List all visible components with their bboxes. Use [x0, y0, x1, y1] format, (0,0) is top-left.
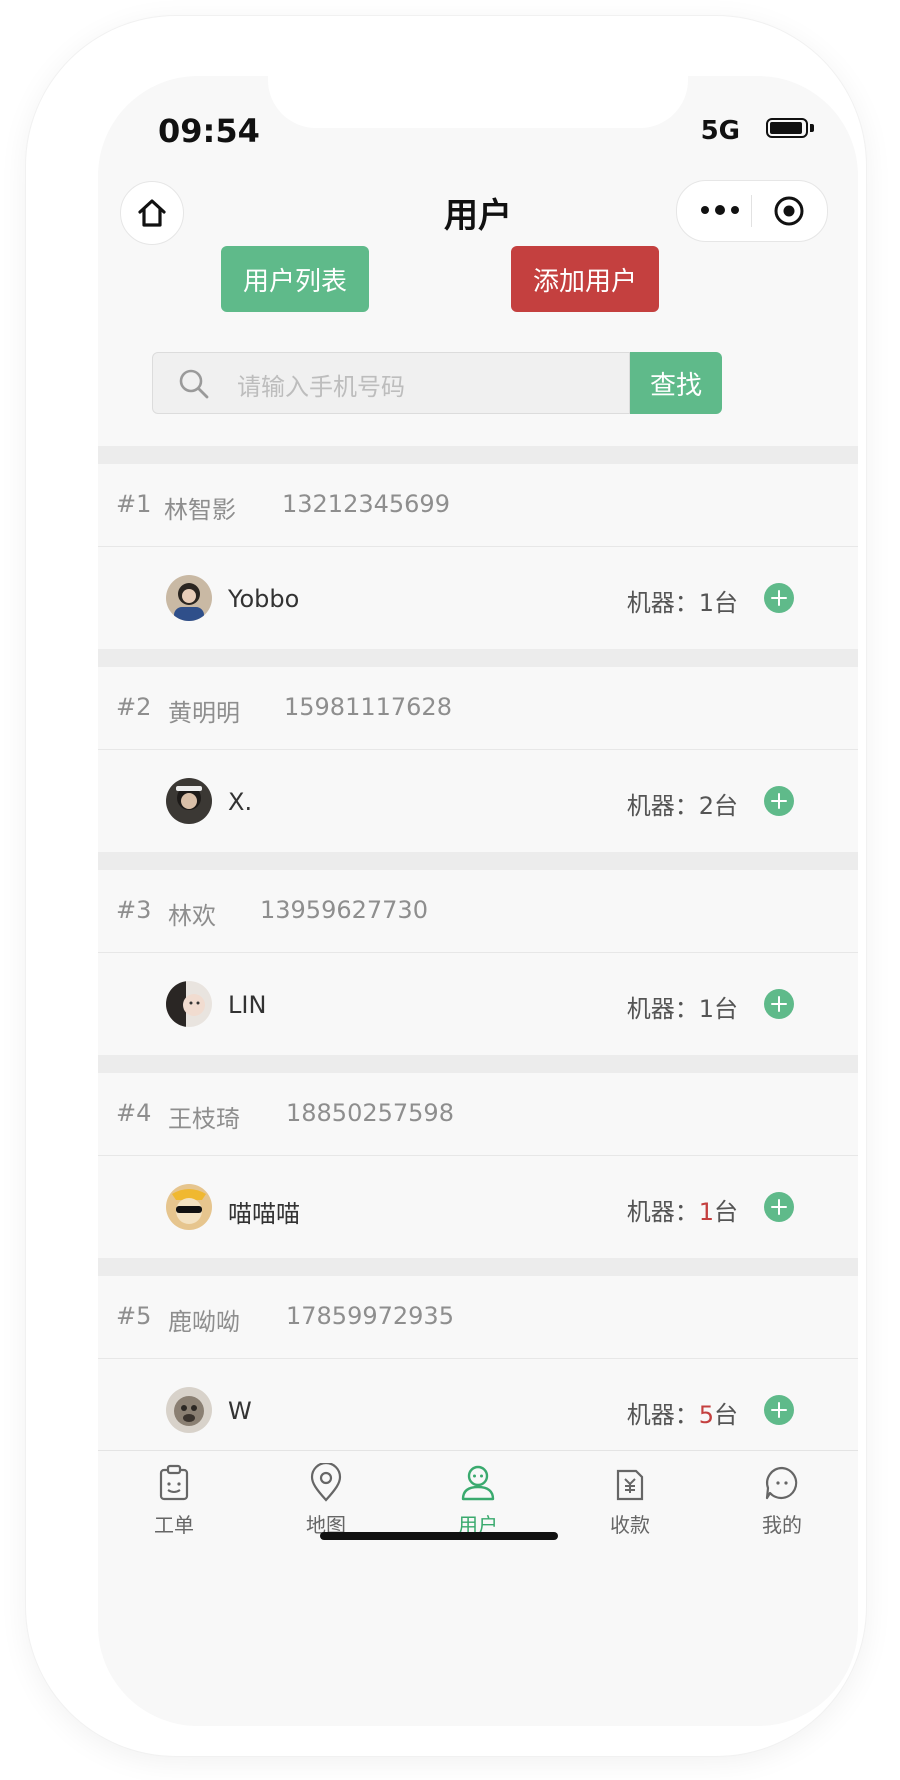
status-time: 09:54 — [158, 112, 260, 150]
avatar — [166, 778, 212, 824]
user-phone: 13959627730 — [260, 896, 428, 924]
machine-count: 机器：1台 — [626, 589, 738, 617]
user-icon — [461, 1465, 495, 1501]
add-machine-button[interactable] — [764, 1395, 794, 1425]
user-nickname: W — [228, 1397, 252, 1425]
machine-count: 机器：5台 — [626, 1401, 738, 1429]
user-name: 王枝琦 — [168, 1105, 240, 1133]
search-icon — [179, 369, 209, 399]
user-phone: 13212345699 — [282, 490, 450, 518]
tab-payment[interactable]: 收款 — [554, 1451, 706, 1547]
avatar — [166, 575, 212, 621]
home-indicator — [320, 1532, 558, 1540]
close-miniprogram-icon[interactable] — [773, 195, 805, 227]
avatar — [166, 981, 212, 1027]
machine-count-value: 2 — [698, 792, 714, 820]
user-card[interactable]: #1 林智影 13212345699 Yobbo 机器：1台 — [98, 464, 858, 649]
tab-work-orders[interactable]: 工单 — [98, 1451, 250, 1547]
map-pin-icon — [310, 1463, 342, 1502]
status-network: 5G — [700, 116, 740, 146]
user-list: #1 林智影 13212345699 Yobbo 机器：1台 #2 黄明明 15… — [98, 446, 858, 1461]
user-index: #2 — [116, 693, 152, 721]
user-index: #3 — [116, 896, 152, 924]
payment-icon — [616, 1469, 644, 1501]
avatar — [166, 1184, 212, 1230]
user-index: #5 — [116, 1302, 152, 1330]
machine-count-value: 1 — [698, 995, 714, 1023]
user-index: #1 — [116, 490, 152, 518]
machine-count-value: 1 — [698, 1198, 714, 1226]
add-machine-button[interactable] — [764, 786, 794, 816]
user-name: 林欢 — [168, 902, 216, 930]
user-nickname: LIN — [228, 991, 267, 1019]
add-machine-button[interactable] — [764, 1192, 794, 1222]
tab-mine[interactable]: 我的 — [706, 1451, 858, 1547]
user-name: 林智影 — [164, 496, 236, 524]
user-phone: 18850257598 — [286, 1099, 454, 1127]
user-card[interactable]: #4 王枝琦 18850257598 喵喵喵 机器：1台 — [98, 1073, 858, 1258]
machine-count: 机器：1台 — [626, 995, 738, 1023]
user-card[interactable]: #3 林欢 13959627730 LIN 机器：1台 — [98, 870, 858, 1055]
phone-frame: 09:54 5G 用户 用户列表 添加用户 请输入手机号码 查找 #1 林智影 … — [26, 16, 866, 1756]
add-machine-button[interactable] — [764, 989, 794, 1019]
machine-count: 机器：2台 — [626, 792, 738, 820]
search-field[interactable]: 请输入手机号码 — [152, 352, 630, 414]
machine-count-value: 1 — [698, 589, 714, 617]
screen: 09:54 5G 用户 用户列表 添加用户 请输入手机号码 查找 #1 林智影 … — [98, 76, 858, 1726]
battery-icon — [766, 118, 814, 140]
user-name: 鹿呦呦 — [168, 1308, 240, 1336]
avatar — [166, 1387, 212, 1433]
user-nickname: Yobbo — [228, 585, 300, 613]
user-name: 黄明明 — [168, 699, 240, 727]
chat-icon — [765, 1466, 798, 1500]
user-card[interactable]: #5 鹿呦呦 17859972935 W 机器：5台 — [98, 1276, 858, 1461]
tab-label: 我的 — [762, 1513, 802, 1537]
more-menu-button[interactable] — [701, 197, 745, 223]
machine-count: 机器：1台 — [626, 1198, 738, 1226]
tab-label: 收款 — [610, 1513, 650, 1537]
user-card[interactable]: #2 黄明明 15981117628 X. 机器：2台 — [98, 667, 858, 852]
user-nickname: 喵喵喵 — [228, 1200, 300, 1228]
user-list-button[interactable]: 用户列表 — [221, 246, 369, 312]
miniprogram-capsule — [676, 180, 828, 242]
user-index: #4 — [116, 1099, 152, 1127]
notch — [268, 76, 688, 128]
add-machine-button[interactable] — [764, 583, 794, 613]
search-placeholder: 请输入手机号码 — [237, 373, 405, 401]
user-phone: 17859972935 — [286, 1302, 454, 1330]
user-nickname: X. — [228, 788, 253, 816]
machine-count-value: 5 — [698, 1401, 714, 1429]
clipboard-icon — [159, 1464, 189, 1501]
add-user-button[interactable]: 添加用户 — [511, 246, 659, 312]
tab-label: 工单 — [154, 1513, 194, 1537]
search-button[interactable]: 查找 — [630, 352, 722, 414]
user-phone: 15981117628 — [284, 693, 452, 721]
